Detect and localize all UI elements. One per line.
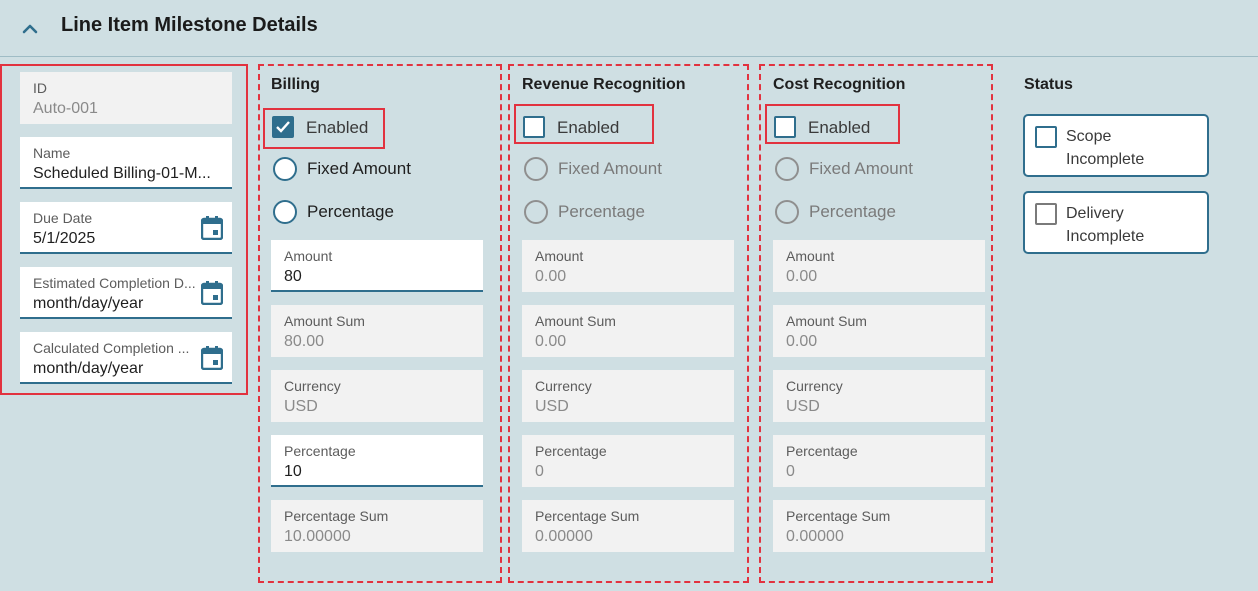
scope-incomplete-checkbox[interactable] (1035, 126, 1057, 148)
revenue-percentage-sum-field: Percentage Sum 0.00000 (522, 500, 734, 552)
cost-title: Cost Recognition (773, 76, 906, 93)
revenue-percentage-label: Percentage (558, 202, 645, 221)
status-title: Status (1024, 76, 1073, 93)
billing-percentage-sum-field: Percentage Sum 10.00000 (271, 500, 483, 552)
calendar-icon[interactable] (201, 346, 223, 370)
cost-percentage-sum-field: Percentage Sum 0.00000 (773, 500, 985, 552)
billing-enabled-label: Enabled (306, 118, 369, 137)
revenue-fixed-amount-radio[interactable] (524, 157, 548, 181)
scope-incomplete-toggle[interactable]: Scope Incomplete (1023, 114, 1209, 177)
billing-enabled-checkbox[interactable] (272, 116, 294, 138)
delivery-incomplete-label: Incomplete (1066, 228, 1145, 245)
section-title: Line Item Milestone Details (61, 14, 318, 36)
cost-enabled-label: Enabled (808, 118, 871, 137)
revenue-currency-field: Currency USD (522, 370, 734, 422)
billing-fixed-amount-label: Fixed Amount (307, 159, 411, 178)
revenue-percentage-radio[interactable] (524, 200, 548, 224)
calendar-icon[interactable] (201, 281, 223, 305)
delivery-incomplete-toggle[interactable]: Delivery Incomplete (1023, 191, 1209, 254)
name-field[interactable]: Name Scheduled Billing-01-M... (20, 137, 232, 189)
revenue-title: Revenue Recognition (522, 76, 686, 93)
chevron-up-icon[interactable] (18, 17, 42, 41)
billing-percentage-radio[interactable] (273, 200, 297, 224)
billing-amount-field[interactable]: Amount 80 (271, 240, 483, 292)
billing-fixed-amount-radio[interactable] (273, 157, 297, 181)
section-header[interactable]: Line Item Milestone Details (0, 0, 1258, 57)
cost-enabled-checkbox[interactable] (774, 116, 796, 138)
revenue-enabled-label: Enabled (557, 118, 620, 137)
calendar-icon[interactable] (201, 216, 223, 240)
billing-currency-field: Currency USD (271, 370, 483, 422)
billing-amount-sum-field: Amount Sum 80.00 (271, 305, 483, 357)
cost-percentage-field: Percentage 0 (773, 435, 985, 487)
checkmark-icon (276, 121, 290, 133)
revenue-amount-field: Amount 0.00 (522, 240, 734, 292)
delivery-incomplete-checkbox[interactable] (1035, 203, 1057, 225)
revenue-fixed-amount-label: Fixed Amount (558, 159, 662, 178)
cost-fixed-amount-label: Fixed Amount (809, 159, 913, 178)
delivery-label: Delivery (1066, 205, 1124, 222)
estimated-completion-date-field[interactable]: Estimated Completion D... month/day/year (20, 267, 232, 319)
due-date-field[interactable]: Due Date 5/1/2025 (20, 202, 232, 254)
cost-currency-field: Currency USD (773, 370, 985, 422)
revenue-enabled-checkbox[interactable] (523, 116, 545, 138)
cost-fixed-amount-radio[interactable] (775, 157, 799, 181)
cost-percentage-radio[interactable] (775, 200, 799, 224)
billing-percentage-field[interactable]: Percentage 10 (271, 435, 483, 487)
billing-title: Billing (271, 76, 320, 93)
scope-incomplete-label: Incomplete (1066, 151, 1145, 168)
revenue-amount-sum-field: Amount Sum 0.00 (522, 305, 734, 357)
billing-percentage-label: Percentage (307, 202, 394, 221)
cost-percentage-label: Percentage (809, 202, 896, 221)
id-field: ID Auto-001 (20, 72, 232, 124)
calculated-completion-date-field[interactable]: Calculated Completion ... month/day/year (20, 332, 232, 384)
revenue-percentage-field: Percentage 0 (522, 435, 734, 487)
scope-label: Scope (1066, 128, 1112, 145)
cost-amount-field: Amount 0.00 (773, 240, 985, 292)
cost-amount-sum-field: Amount Sum 0.00 (773, 305, 985, 357)
